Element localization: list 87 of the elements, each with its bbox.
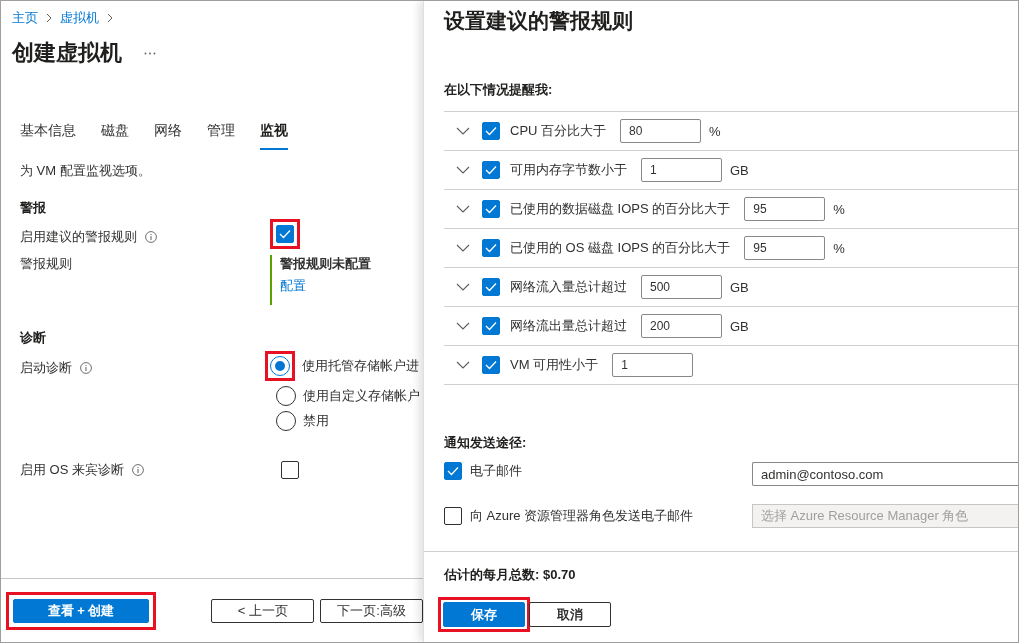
unit-label: GB — [730, 162, 749, 178]
checkbox[interactable] — [482, 200, 500, 218]
tab[interactable]: 网络 — [154, 118, 182, 150]
radio-button[interactable] — [276, 386, 296, 406]
field-label: 启动诊断 — [20, 359, 72, 377]
email-field[interactable]: admin@contoso.com — [752, 462, 1018, 486]
section-heading: 在以下情况提醒我: — [444, 81, 554, 99]
info-icon[interactable] — [132, 464, 144, 476]
primary-button[interactable]: 查看 + 创建 — [13, 598, 149, 623]
checkmark-icon — [485, 165, 497, 175]
checkmark-icon — [485, 360, 497, 370]
checkbox[interactable] — [482, 278, 500, 296]
unit-label: GB — [730, 318, 749, 334]
chevron-down-icon[interactable] — [456, 127, 470, 135]
checkmark-icon — [485, 243, 497, 253]
tab[interactable]: 监视 — [260, 118, 288, 150]
breadcrumb-link[interactable]: 主页 — [12, 9, 38, 27]
checkbox[interactable] — [444, 462, 462, 480]
info-icon[interactable] — [80, 362, 92, 374]
page-title: 创建虚拟机 — [12, 39, 122, 67]
radio-button[interactable] — [276, 411, 296, 431]
radio-label: 使用托管存储帐户进 — [302, 357, 419, 375]
checkbox[interactable] — [281, 461, 299, 479]
condition-label: 网络流入量总计超过 — [510, 278, 627, 296]
status-text: 警报规则未配置 — [280, 255, 372, 273]
breadcrumb-link[interactable]: 虚拟机 — [60, 9, 99, 27]
threshold-field[interactable]: 80 — [620, 119, 702, 143]
configure-link[interactable]: 配置 — [280, 277, 306, 295]
checkmark-icon — [485, 321, 497, 331]
checkmark-icon — [279, 229, 291, 239]
chevron-right-icon — [107, 13, 113, 23]
checkbox[interactable] — [482, 356, 500, 374]
checkbox[interactable] — [482, 317, 500, 335]
chevron-down-icon[interactable] — [456, 283, 470, 291]
section-heading: 警报 — [20, 199, 47, 217]
condition-label: 可用内存字节数小于 — [510, 161, 627, 179]
panel-title: 设置建议的警报规则 — [444, 8, 634, 34]
secondary-button[interactable]: 取消 — [529, 602, 611, 627]
threshold-field[interactable]: 200 — [641, 314, 722, 338]
field-label: 启用 OS 来宾诊断 — [20, 461, 124, 479]
unit-label: GB — [730, 279, 749, 295]
threshold-field[interactable]: 95 — [744, 236, 826, 260]
primary-button[interactable]: 保存 — [443, 602, 525, 627]
chevron-down-icon[interactable] — [456, 322, 470, 330]
chevron-right-icon — [46, 13, 52, 23]
unit-label: % — [709, 123, 721, 139]
unit-label: % — [833, 240, 845, 256]
condition-label: 已使用的 OS 磁盘 IOPS 的百分比大于 — [510, 239, 731, 257]
unit-label: % — [833, 201, 845, 217]
field-label: 警报规则 — [20, 255, 73, 273]
threshold-field[interactable]: 1 — [612, 353, 694, 377]
option-label: 电子邮件 — [470, 462, 522, 480]
condition-label: 已使用的数据磁盘 IOPS 的百分比大于 — [510, 200, 731, 218]
field-label: 启用建议的警报规则 — [20, 228, 137, 246]
checkbox[interactable] — [276, 225, 294, 243]
section-heading: 诊断 — [20, 329, 47, 347]
radio-label: 禁用 — [303, 412, 329, 430]
tab[interactable]: 磁盘 — [101, 118, 129, 150]
condition-label: CPU 百分比大于 — [510, 122, 607, 140]
checkmark-icon — [447, 466, 459, 476]
more-options-icon[interactable] — [144, 51, 156, 55]
threshold-field[interactable]: 1 — [641, 158, 722, 182]
checkbox[interactable] — [482, 122, 500, 140]
condition-label: 网络流出量总计超过 — [510, 317, 627, 335]
checkbox[interactable] — [482, 239, 500, 257]
radio-label: 使用自定义存储帐户 — [303, 387, 420, 405]
threshold-field[interactable]: 500 — [641, 275, 722, 299]
checkmark-icon — [485, 126, 497, 136]
checkbox[interactable] — [444, 507, 462, 525]
checkbox[interactable] — [482, 161, 500, 179]
option-label: 向 Azure 资源管理器角色发送电子邮件 — [470, 507, 694, 525]
checkmark-icon — [485, 282, 497, 292]
section-heading: 通知发送途径: — [444, 434, 528, 452]
secondary-button[interactable]: < 上一页 — [211, 598, 315, 623]
condition-label: VM 可用性小于 — [510, 356, 599, 374]
info-icon[interactable] — [145, 231, 157, 243]
chevron-down-icon[interactable] — [456, 166, 470, 174]
chevron-down-icon[interactable] — [456, 244, 470, 252]
tab[interactable]: 管理 — [207, 118, 235, 150]
chevron-down-icon[interactable] — [456, 205, 470, 213]
threshold-field[interactable]: 95 — [744, 197, 826, 221]
tab[interactable]: 基本信息 — [20, 118, 76, 150]
chevron-down-icon[interactable] — [456, 361, 470, 369]
description-text: 为 VM 配置监视选项。 — [20, 162, 152, 180]
secondary-button[interactable]: 下一页:高级 — [320, 598, 423, 623]
estimate-text: 估计的每月总数: $0.70 — [444, 566, 577, 584]
checkmark-icon — [485, 204, 497, 214]
